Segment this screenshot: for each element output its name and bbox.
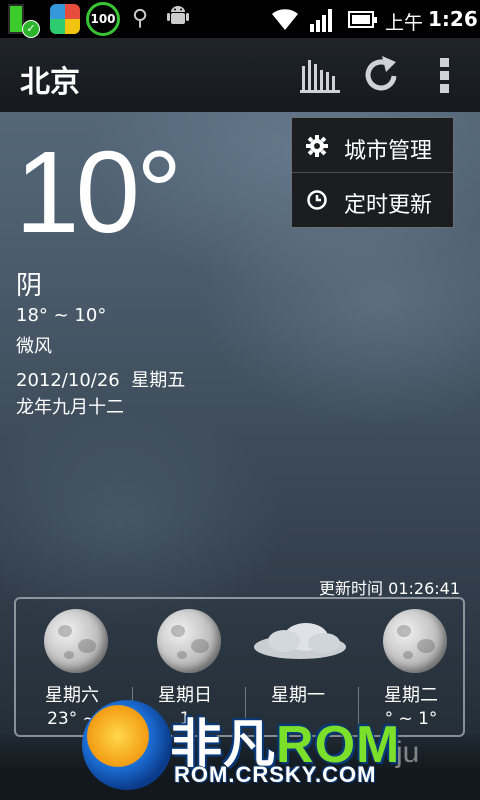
gear-icon — [306, 135, 328, 157]
check-badge-icon: ✓ — [22, 20, 40, 38]
clock-icon — [307, 190, 327, 210]
temperature-range: 18° ~ 10° — [16, 305, 107, 326]
watermark-extra: ju — [396, 736, 420, 769]
signal-icon — [310, 9, 332, 32]
city-title[interactable]: 北京 — [20, 57, 80, 101]
clock-time: 1:26 — [428, 7, 478, 31]
overflow-menu-icon — [440, 58, 449, 93]
crsky-logo-icon — [82, 700, 172, 790]
watermark-url: ROM.CRSKY.COM — [174, 762, 377, 787]
status-bar: ✓ 100 ⚲ 上午 1:26 — [0, 0, 480, 38]
clock-ampm: 上午 — [385, 12, 424, 34]
menu-item-label: 定时更新 — [344, 193, 433, 218]
action-bar: 北京 — [0, 38, 480, 112]
battery-percent-icon: 100 — [86, 2, 120, 36]
current-temperature: 10° — [15, 127, 182, 257]
wifi-icon — [272, 9, 298, 31]
menu-item-scheduled-update[interactable]: 定时更新 — [292, 173, 453, 227]
android-debug-icon — [166, 4, 190, 32]
current-date: 2012/10/26 星期五 — [16, 370, 186, 391]
app-notification-icon — [50, 4, 80, 34]
wind-description: 微风 — [16, 336, 52, 357]
battery-icon — [348, 11, 377, 28]
menu-item-label: 城市管理 — [344, 139, 433, 164]
weather-condition: 阴 — [16, 271, 43, 301]
lunar-date: 龙年九月十二 — [16, 397, 124, 418]
moon-icon — [44, 609, 108, 673]
overflow-menu-button[interactable] — [420, 50, 470, 100]
refresh-icon — [365, 56, 397, 91]
moon-icon — [157, 609, 221, 673]
usb-icon: ⚲ — [132, 6, 149, 31]
popup-menu: 城市管理 定时更新 — [291, 117, 454, 228]
update-time: 更新时间 01:26:41 — [319, 579, 460, 598]
watermark: 非凡ROM ROM.CRSKY.COM ju — [82, 700, 462, 795]
cloud-icon — [254, 623, 346, 659]
chart-icon — [300, 60, 340, 93]
chart-button[interactable] — [296, 50, 346, 100]
refresh-button[interactable] — [356, 50, 406, 100]
menu-item-city-management[interactable]: 城市管理 — [292, 119, 453, 173]
moon-icon — [383, 609, 447, 673]
